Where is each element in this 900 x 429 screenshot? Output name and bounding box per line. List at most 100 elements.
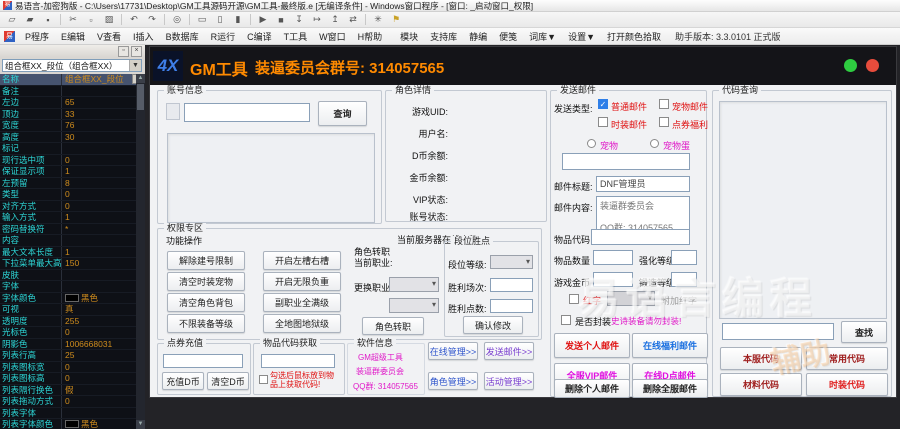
property-row-16[interactable]: 下拉菜单最大高 150 (0, 258, 145, 270)
property-row-7[interactable]: 现行选中项 0 (0, 154, 145, 166)
property-value[interactable]: 1 (62, 247, 145, 258)
save-icon[interactable]: ▪ (40, 12, 56, 27)
mail-target-input[interactable] (562, 153, 690, 170)
property-row-6[interactable]: 标记 (0, 143, 145, 155)
property-row-10[interactable]: 类型 0 (0, 189, 145, 201)
code-button-3[interactable]: 时装代码 (806, 373, 888, 396)
code-list-box[interactable] (719, 101, 887, 319)
pet-egg-radio[interactable] (650, 139, 659, 148)
property-value[interactable]: 8 (62, 178, 145, 189)
property-row-30[interactable]: 列表字体颜色 黑色 (0, 419, 145, 429)
property-value[interactable] (62, 281, 145, 292)
gold-input[interactable] (593, 272, 633, 287)
property-row-15[interactable]: 最大文本长度 1 (0, 246, 145, 258)
property-row-18[interactable]: 字体 (0, 281, 145, 293)
step-out-icon[interactable]: ↥ (327, 12, 343, 27)
form-designer-icon[interactable]: ▮ (230, 12, 246, 27)
undo-icon[interactable]: ↶ (126, 12, 142, 27)
red-word-checkbox[interactable] (569, 294, 579, 304)
menu-item-5[interactable]: R运行 (205, 28, 242, 45)
property-row-27[interactable]: 列表隔行换色假 (0, 384, 145, 396)
run-icon[interactable]: ▶ (255, 12, 271, 27)
mail-button-5[interactable]: 删除全服邮件 (632, 379, 708, 398)
mail-title-input[interactable]: DNF管理员 (596, 176, 690, 192)
hover-get-checkbox[interactable] (259, 375, 268, 384)
property-value[interactable] (62, 86, 145, 97)
confirm-modify-button[interactable]: 确认修改 (463, 316, 523, 334)
property-value[interactable]: 组合框XX_段位‥ (62, 74, 145, 85)
pin-icon[interactable]: ▫ (118, 45, 129, 57)
property-value[interactable]: 25 (62, 350, 145, 361)
hand-icon[interactable]: ✳ (370, 12, 386, 27)
step-over-icon[interactable]: ↦ (309, 12, 325, 27)
green-dot-button[interactable] (844, 59, 857, 72)
property-grid[interactable]: 名称组合框XX_段位‥备注左边65顶边33宽度76高度30标记现行选中项0保证显… (0, 74, 145, 429)
step-into-icon[interactable]: ↧ (291, 12, 307, 27)
property-row-5[interactable]: 高度 30 (0, 131, 145, 143)
property-row-1[interactable]: 备注 (0, 85, 145, 97)
property-row-13[interactable]: 密码替换符 * (0, 223, 145, 235)
key-icon[interactable]: ⚑ (388, 12, 404, 27)
func-button-7[interactable]: 全地图地狱级 (263, 314, 341, 333)
property-row-24[interactable]: 列表行高 25 (0, 350, 145, 362)
property-value[interactable]: 0 (62, 373, 145, 384)
property-value[interactable]: 255 (62, 316, 145, 327)
property-value[interactable]: * (62, 224, 145, 235)
property-row-3[interactable]: 顶边 33 (0, 108, 145, 120)
property-row-29[interactable]: 列表字体 (0, 407, 145, 419)
property-value[interactable]: 30 (62, 132, 145, 143)
menu-item-7[interactable]: T工具 (278, 28, 314, 45)
account-input[interactable] (184, 103, 310, 122)
func-button-3[interactable]: 开启无限负重 (263, 272, 341, 291)
enhance-input[interactable] (671, 250, 697, 265)
search-icon[interactable]: ◎ (169, 12, 185, 27)
scroll-up-icon[interactable]: ▲ (136, 74, 145, 83)
code-find-button[interactable]: 查找 (841, 321, 887, 343)
component-selector[interactable]: 组合框XX_段位（组合框XX） ▼ (2, 59, 142, 72)
code-search-input[interactable] (722, 323, 834, 340)
new-file-icon[interactable]: ▱ (4, 12, 20, 27)
func-button-1[interactable]: 开启左槽右槽 (263, 251, 341, 270)
split-window-icon[interactable]: ▯ (212, 12, 228, 27)
property-value[interactable] (62, 143, 145, 154)
job-change-button[interactable]: 角色转职 (362, 317, 424, 335)
swap-icon[interactable]: ⇄ (345, 12, 361, 27)
property-row-12[interactable]: 输入方式 1 (0, 212, 145, 224)
property-row-23[interactable]: 阴影色 1006668031 (0, 338, 145, 350)
redo-icon[interactable]: ↷ (144, 12, 160, 27)
property-value[interactable] (62, 408, 145, 419)
menu-extra-3[interactable]: 便笺 (493, 28, 523, 45)
stop-icon[interactable]: ■ (273, 12, 289, 27)
points-input[interactable] (490, 299, 533, 313)
chevron-down-icon[interactable]: ▼ (129, 60, 141, 71)
menu-extra-6[interactable]: 打开颜色拾取 (601, 28, 667, 45)
property-value[interactable]: 假 (62, 385, 145, 396)
menu-item-8[interactable]: W窗口 (313, 28, 352, 45)
open-file-icon[interactable]: ▰ (22, 12, 38, 27)
property-row-0[interactable]: 名称组合框XX_段位‥ (0, 74, 145, 86)
mail-button-0[interactable]: 发送个人邮件 (554, 333, 630, 358)
property-row-2[interactable]: 左边 65 (0, 97, 145, 109)
seal-checkbox[interactable] (561, 315, 571, 325)
menu-item-6[interactable]: C编译 (241, 28, 278, 45)
func-button-4[interactable]: 清空角色背包 (167, 293, 245, 312)
mail-button-4[interactable]: 删除个人邮件 (554, 379, 630, 398)
item-code-get-input[interactable] (261, 354, 335, 368)
property-row-19[interactable]: 字体颜色 黑色 (0, 292, 145, 304)
cut-icon[interactable]: ✂ (65, 12, 81, 27)
menu-item-4[interactable]: B数据库 (160, 28, 205, 45)
manage-button-3[interactable]: 活动管理>> (484, 372, 534, 390)
menu-item-1[interactable]: E编辑 (55, 28, 91, 45)
property-value[interactable]: 0 (62, 327, 145, 338)
menu-extra-2[interactable]: 静编 (463, 28, 493, 45)
manage-button-0[interactable]: 在线管理>> (428, 342, 478, 360)
property-row-21[interactable]: 透明度 255 (0, 315, 145, 327)
recharge-input[interactable] (163, 354, 243, 368)
property-value[interactable]: 0 (62, 155, 145, 166)
manage-button-1[interactable]: 发送邮件>> (484, 342, 534, 360)
menu-extra-0[interactable]: 模块 (394, 28, 424, 45)
property-row-9[interactable]: 左预留 8 (0, 177, 145, 189)
property-row-4[interactable]: 宽度 76 (0, 120, 145, 132)
func-button-2[interactable]: 清空时装宠物 (167, 272, 245, 291)
property-value[interactable] (62, 235, 145, 246)
